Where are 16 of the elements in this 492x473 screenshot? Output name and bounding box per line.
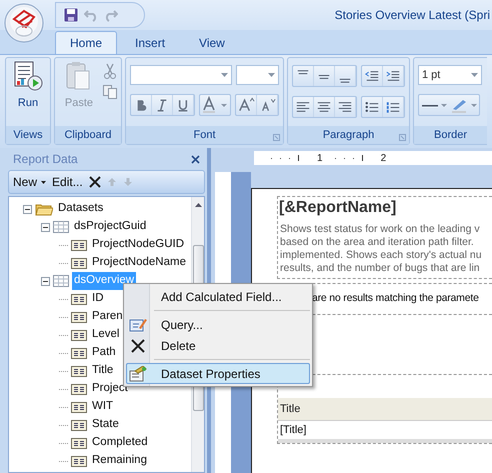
no-results-message: are no results matching the paramete: [312, 291, 479, 306]
group-label: Views: [13, 128, 43, 143]
table-header: Title: [278, 398, 492, 421]
report-title: [&ReportName]: [278, 198, 398, 218]
group-label: Paragraph: [322, 128, 374, 143]
group-label: Font: [193, 128, 216, 143]
combo-value: 1 pt: [422, 68, 440, 83]
report-description: Shows test status for work on the leading v based on the area and iteration path filter. implemented. Shows each story's actual nu results, and the number of bugs that are lin: [279, 222, 483, 276]
group-label: Clipboard: [64, 128, 112, 143]
group-label: Border: [434, 128, 468, 143]
ruler-number: 1: [317, 152, 323, 165]
ruler-number: 2: [380, 152, 386, 165]
window-title: Stories Overview Latest (Spri: [334, 7, 491, 24]
panel-title: Report Data: [13, 151, 78, 168]
paste-button: Paste: [59, 61, 99, 126]
table-cell: [Title]: [278, 421, 492, 443]
